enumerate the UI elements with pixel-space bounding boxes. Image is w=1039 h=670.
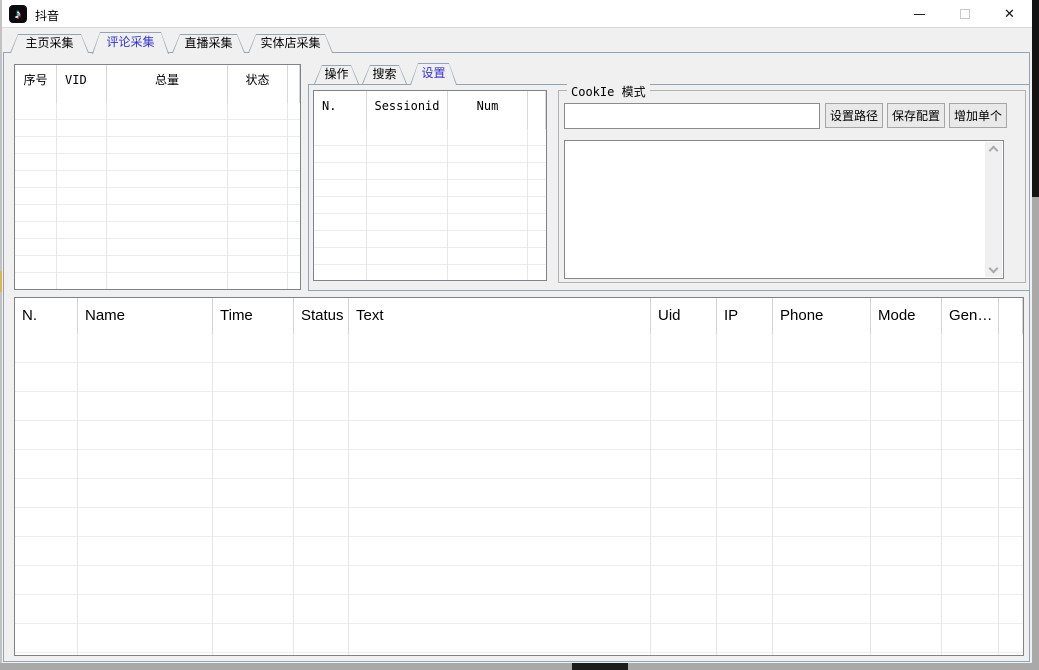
- app-window: ♪ 抖音 ✕ 主页采集 评论采集 直播采集 实体店采集 序号 VID 总量 状态: [2, 0, 1032, 663]
- window-title: 抖音: [35, 7, 59, 24]
- tab-home-collect[interactable]: 主页采集: [10, 34, 89, 53]
- col-index: 序号: [15, 65, 57, 103]
- col-ip: IP: [717, 298, 773, 334]
- result-table-gridlines: [15, 298, 1023, 655]
- col-gender: Gen…: [942, 298, 999, 334]
- col-total: 总量: [107, 65, 228, 103]
- col-text: Text: [349, 298, 651, 334]
- col-n: N.: [314, 91, 367, 129]
- col-status: Status: [294, 298, 349, 334]
- close-button[interactable]: ✕: [987, 0, 1032, 28]
- video-list-table[interactable]: 序号 VID 总量 状态: [14, 64, 301, 290]
- col-uid: Uid: [651, 298, 717, 334]
- video-table-header: 序号 VID 总量 状态: [15, 65, 300, 103]
- session-table-header: N. Sessionid Num: [314, 91, 546, 129]
- maximize-button[interactable]: [942, 0, 987, 28]
- music-note-icon: ♪: [15, 6, 22, 21]
- cookie-path-input[interactable]: [564, 103, 820, 129]
- desktop-strip-right-gray: [1032, 197, 1039, 670]
- scroll-up-icon[interactable]: [989, 146, 999, 156]
- tab-live-collect[interactable]: 直播采集: [172, 34, 245, 53]
- set-path-button[interactable]: 设置路径: [825, 103, 883, 128]
- save-config-button[interactable]: 保存配置: [887, 103, 945, 128]
- desktop-strip-right-dark: [1032, 0, 1039, 197]
- cookie-textarea[interactable]: [564, 140, 1004, 279]
- col-vid: VID: [57, 65, 107, 103]
- tab-operate[interactable]: 操作: [314, 65, 359, 84]
- main-tabstrip: 主页采集 评论采集 直播采集 实体店采集: [10, 33, 336, 53]
- vertical-scrollbar[interactable]: [985, 142, 1002, 277]
- session-table[interactable]: N. Sessionid Num: [313, 90, 547, 281]
- col-sessionid: Sessionid: [367, 91, 448, 129]
- col-name: Name: [78, 298, 213, 334]
- col-mode: Mode: [871, 298, 942, 334]
- result-table[interactable]: N. Name Time Status Text Uid IP Phone Mo…: [14, 297, 1024, 656]
- minimize-button[interactable]: [897, 0, 942, 28]
- tab-comment-collect[interactable]: 评论采集: [92, 32, 169, 54]
- col-num: Num: [448, 91, 528, 129]
- maximize-icon: [960, 9, 970, 19]
- cookie-mode-legend: CookIe 模式: [567, 83, 650, 100]
- col-status: 状态: [228, 65, 288, 103]
- col-time: Time: [213, 298, 294, 334]
- tab-settings[interactable]: 设置: [410, 63, 457, 85]
- add-single-button[interactable]: 增加单个: [949, 103, 1007, 128]
- desktop-strip-bottom: [0, 663, 1039, 670]
- result-table-header: N. Name Time Status Text Uid IP Phone Mo…: [15, 298, 1023, 334]
- douyin-app-icon: ♪: [9, 5, 27, 23]
- close-icon: ✕: [1004, 6, 1015, 22]
- cookie-mode-groupbox: CookIe 模式 设置路径 保存配置 增加单个: [558, 90, 1026, 283]
- tab-store-collect[interactable]: 实体店采集: [248, 34, 333, 53]
- titlebar: ♪ 抖音 ✕: [2, 0, 1032, 28]
- tab-search[interactable]: 搜索: [362, 65, 407, 84]
- col-n: N.: [15, 298, 78, 334]
- settings-tabstrip: 操作 搜索 设置: [314, 63, 460, 84]
- desktop-strip-bottom-dark: [572, 663, 628, 670]
- minimize-icon: [914, 14, 925, 15]
- col-phone: Phone: [773, 298, 871, 334]
- scroll-down-icon[interactable]: [989, 264, 999, 274]
